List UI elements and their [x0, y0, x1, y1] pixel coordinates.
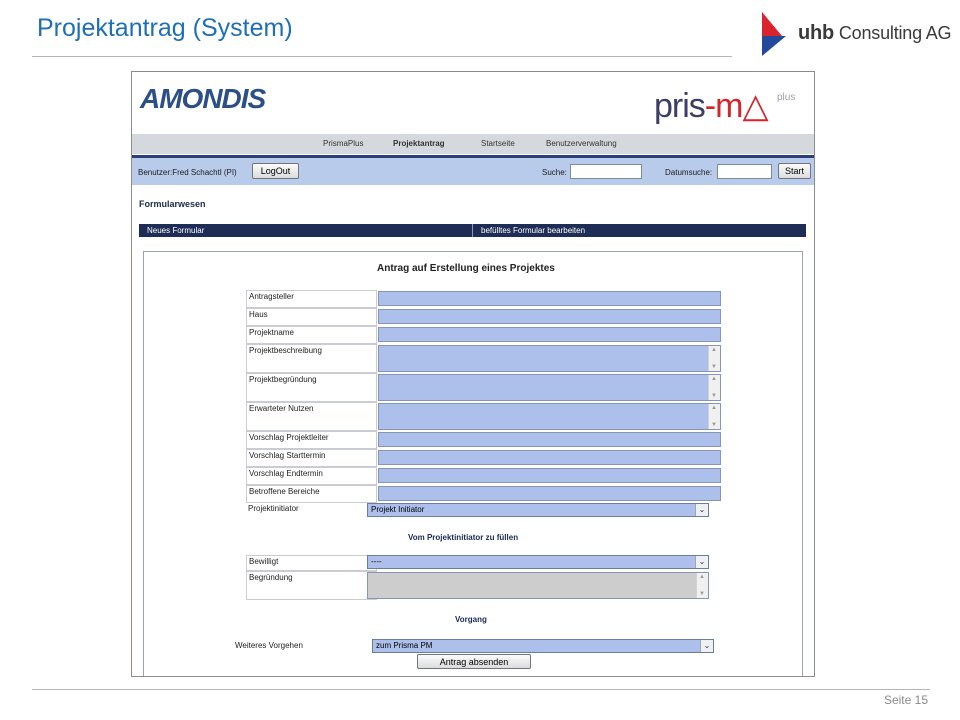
start-button[interactable]: Start	[778, 163, 811, 179]
textarea-scrollbar[interactable]: ▲ ▼	[696, 573, 708, 598]
field-label: Antragsteller	[246, 290, 377, 308]
field-label: Projektname	[246, 326, 377, 344]
tab-new-form[interactable]: Neues Formular	[147, 226, 204, 235]
projektbeschreibung-textarea[interactable]: ▲ ▼	[378, 345, 721, 372]
erwarteter-nutzen-textarea[interactable]: ▲ ▼	[378, 403, 721, 430]
tab-divider	[472, 224, 473, 237]
tab-edit-form[interactable]: befülltes Formular bearbeiten	[481, 226, 585, 235]
field-label: Vorschlag Projektleiter	[246, 431, 377, 449]
chevron-down-icon: ⌄	[700, 640, 713, 652]
date-search-input[interactable]	[717, 164, 772, 179]
amondis-logo: AMONDIS	[140, 83, 266, 114]
nav-item-startseite[interactable]: Startseite	[481, 139, 515, 148]
date-search-label: Datumsuche:	[665, 168, 713, 177]
user-label: Benutzer:Fred Schachtl (PI)	[138, 168, 237, 177]
antragsteller-input[interactable]	[378, 291, 721, 306]
footer-divider	[32, 689, 930, 690]
page-number: Seite 15	[883, 693, 928, 707]
projektname-input[interactable]	[378, 327, 721, 342]
top-nav: PrismaPlus Projektantrag Startseite Benu…	[132, 134, 814, 154]
projektinitiator-select[interactable]: Projekt Initiator ⌄	[367, 503, 709, 517]
nav-item-prismaplus[interactable]: PrismaPlus	[323, 139, 363, 148]
textarea-scrollbar[interactable]: ▲ ▼	[708, 404, 720, 429]
logout-button[interactable]: LogOut	[252, 163, 299, 179]
field-label: Haus	[246, 308, 377, 326]
app-window: AMONDIS pris-m△ plus PrismaPlus Projekta…	[131, 71, 815, 677]
begruendung-textarea[interactable]: ▲ ▼	[367, 572, 709, 599]
search-label: Suche:	[542, 168, 567, 177]
field-label: Projektinitiator	[248, 504, 299, 513]
initiator-section-title: Vom Projektinitiator zu füllen	[408, 533, 519, 542]
slide-title: Projektantrag (System)	[37, 14, 293, 42]
form-panel: Antrag auf Erstellung eines Projektes An…	[143, 251, 803, 676]
section-title: Formularwesen	[139, 199, 206, 209]
starttermin-input[interactable]	[378, 450, 721, 465]
user-bar: Benutzer:Fred Schachtl (PI) LogOut Suche…	[132, 155, 814, 185]
uhb-logo-mark-icon	[762, 12, 786, 56]
haus-input[interactable]	[378, 309, 721, 324]
textarea-scrollbar[interactable]: ▲ ▼	[708, 346, 720, 371]
field-label: Vorschlag Starttermin	[246, 449, 377, 467]
field-label: Projektbegründung	[246, 373, 377, 402]
endtermin-input[interactable]	[378, 468, 721, 483]
field-label: Erwarteter Nutzen	[246, 402, 377, 431]
prisma-plus-label: plus	[777, 92, 796, 103]
form-title: Antrag auf Erstellung eines Projektes	[377, 263, 555, 274]
field-label: Betroffene Bereiche	[246, 485, 377, 503]
title-divider	[32, 56, 732, 57]
search-input[interactable]	[570, 164, 642, 179]
nav-item-benutzerverwaltung[interactable]: Benutzerverwaltung	[546, 139, 617, 148]
field-label: Vorschlag Endtermin	[246, 467, 377, 485]
prisma-logo: pris-m△	[654, 87, 769, 125]
submit-button[interactable]: Antrag absenden	[417, 654, 531, 669]
field-label: Begründung	[246, 571, 377, 600]
betroffene-bereiche-input[interactable]	[378, 486, 721, 501]
next-step-select[interactable]: zum Prisma PM ⌄	[372, 639, 714, 653]
app-header: AMONDIS pris-m△ plus	[132, 72, 814, 134]
projektbegruendung-textarea[interactable]: ▲ ▼	[378, 374, 721, 401]
uhb-logo: uhb Consulting AG	[756, 10, 952, 58]
projektleiter-input[interactable]	[378, 432, 721, 447]
process-section-title: Vorgang	[455, 615, 487, 624]
nav-item-projektantrag[interactable]: Projektantrag	[393, 139, 445, 148]
uhb-logo-text: uhb Consulting AG	[798, 22, 952, 44]
chevron-down-icon: ⌄	[695, 556, 708, 568]
next-step-label: Weiteres Vorgehen	[235, 641, 303, 650]
bewilligt-select[interactable]: ---- ⌄	[367, 555, 709, 569]
chevron-down-icon: ⌄	[695, 504, 708, 516]
field-label: Projektbeschreibung	[246, 344, 377, 373]
form-tabs: Neues Formular befülltes Formular bearbe…	[139, 224, 806, 237]
field-label: Bewilligt	[246, 555, 377, 571]
textarea-scrollbar[interactable]: ▲ ▼	[708, 375, 720, 400]
